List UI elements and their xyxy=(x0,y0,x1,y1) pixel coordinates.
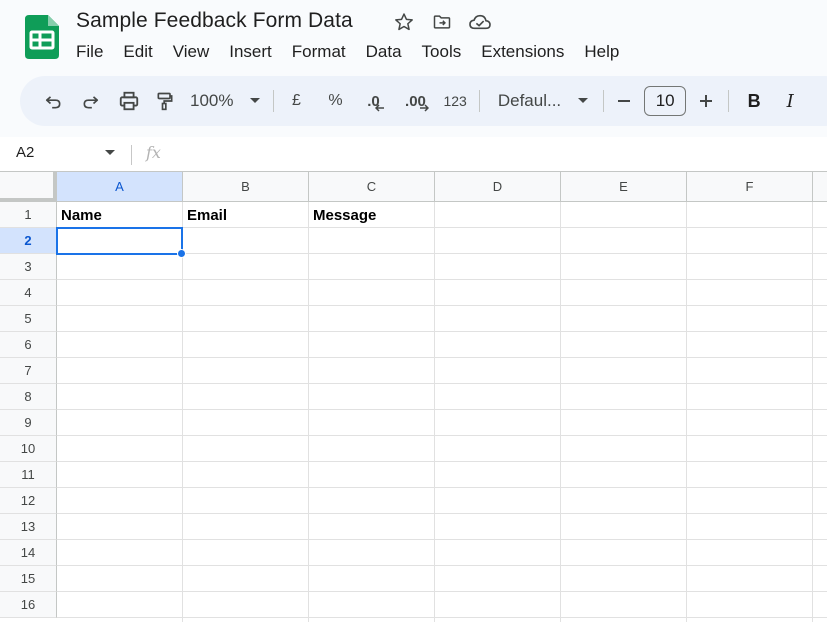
menu-edit[interactable]: Edit xyxy=(123,42,152,62)
currency-format-button[interactable]: £ xyxy=(284,85,308,117)
column-header-a[interactable]: A xyxy=(57,172,183,202)
column-header-e[interactable]: E xyxy=(561,172,687,202)
toolbar-divider xyxy=(273,90,275,112)
row-header-1[interactable]: 1 xyxy=(0,202,57,228)
grid-line xyxy=(57,435,827,436)
toolbar-divider xyxy=(603,90,605,112)
chevron-down-icon xyxy=(578,98,589,103)
menu-view[interactable]: View xyxy=(173,42,210,62)
row-header-3[interactable]: 3 xyxy=(0,254,57,280)
italic-button[interactable]: I xyxy=(779,85,801,117)
increase-decimal-button[interactable]: .00 xyxy=(399,85,431,117)
row-header-8[interactable]: 8 xyxy=(0,384,57,410)
arrow-left-icon xyxy=(375,104,385,112)
row-header-7[interactable]: 7 xyxy=(0,358,57,384)
grid-line xyxy=(182,202,183,622)
grid-line xyxy=(57,591,827,592)
grid-line xyxy=(57,539,827,540)
row-header-9[interactable]: 9 xyxy=(0,410,57,436)
row-header-6[interactable]: 6 xyxy=(0,332,57,358)
row-header-13[interactable]: 13 xyxy=(0,514,57,540)
cell-a1[interactable]: Name xyxy=(61,207,102,224)
column-header-d[interactable]: D xyxy=(435,172,561,202)
cell-area[interactable]: Name Email Message xyxy=(56,202,827,622)
more-formats-button[interactable]: 123 xyxy=(443,85,466,117)
grid-line xyxy=(57,487,827,488)
grid-line xyxy=(686,202,687,622)
menu-bar: File Edit View Insert Format Data Tools … xyxy=(76,42,639,62)
cell-b1[interactable]: Email xyxy=(187,207,227,224)
zoom-select[interactable]: 100% xyxy=(190,85,261,117)
font-value: Defaul... xyxy=(497,91,562,110)
cell-c1[interactable]: Message xyxy=(313,207,376,224)
spreadsheet-grid: A B C D E F 1 2 3 4 5 6 7 8 9 10 11 12 1… xyxy=(0,171,827,622)
column-header-c[interactable]: C xyxy=(309,172,435,202)
print-icon[interactable] xyxy=(116,85,142,117)
row-header-16[interactable]: 16 xyxy=(0,592,57,618)
chevron-down-icon[interactable] xyxy=(104,149,116,157)
toolbar-divider xyxy=(478,90,480,112)
row-header-4[interactable]: 4 xyxy=(0,280,57,306)
menu-insert[interactable]: Insert xyxy=(229,42,272,62)
spreadsheet-app: Sample Feedback Form Data File Edit View… xyxy=(0,0,827,622)
increase-font-size-icon[interactable] xyxy=(696,85,716,117)
document-title[interactable]: Sample Feedback Form Data xyxy=(76,9,353,33)
name-box[interactable]: A2 xyxy=(16,144,34,161)
font-size-input[interactable]: 10 xyxy=(644,86,687,116)
menu-format[interactable]: Format xyxy=(292,42,346,62)
grid-line xyxy=(57,357,827,358)
row-header-2[interactable]: 2 xyxy=(0,228,57,254)
font-select[interactable]: Defaul... xyxy=(498,85,589,117)
undo-icon[interactable] xyxy=(40,85,66,117)
redo-icon[interactable] xyxy=(78,85,104,117)
column-header-f[interactable]: F xyxy=(687,172,813,202)
menu-file[interactable]: File xyxy=(76,42,103,62)
arrow-right-icon xyxy=(420,104,430,112)
row-header-10[interactable]: 10 xyxy=(0,436,57,462)
formula-divider xyxy=(131,145,132,165)
row-header-15[interactable]: 15 xyxy=(0,566,57,592)
grid-line xyxy=(57,565,827,566)
fill-handle[interactable] xyxy=(177,249,186,258)
menu-tools[interactable]: Tools xyxy=(422,42,462,62)
zoom-value: 100% xyxy=(190,91,234,110)
grid-line xyxy=(57,513,827,514)
chevron-down-icon xyxy=(250,98,261,103)
decrease-decimal-button[interactable]: .0 xyxy=(359,85,387,117)
row-header-5[interactable]: 5 xyxy=(0,306,57,332)
select-all-corner[interactable] xyxy=(0,172,57,202)
percent-format-button[interactable]: % xyxy=(323,85,347,117)
cloud-saved-icon[interactable] xyxy=(468,10,492,34)
grid-line xyxy=(812,202,813,622)
menu-extensions[interactable]: Extensions xyxy=(481,42,564,62)
column-header-b[interactable]: B xyxy=(183,172,309,202)
grid-line xyxy=(57,383,827,384)
row-header-12[interactable]: 12 xyxy=(0,488,57,514)
grid-line xyxy=(57,617,827,618)
grid-line xyxy=(560,202,561,622)
fx-icon: fx xyxy=(146,143,161,162)
grid-line xyxy=(57,305,827,306)
grid-line xyxy=(57,461,827,462)
menu-data[interactable]: Data xyxy=(366,42,402,62)
move-folder-icon[interactable] xyxy=(430,10,454,34)
formula-bar: A2 fx xyxy=(0,137,827,171)
grid-line xyxy=(57,279,827,280)
grid-line xyxy=(57,331,827,332)
star-icon[interactable] xyxy=(392,10,416,34)
selected-cell-a2[interactable] xyxy=(56,227,183,255)
menu-help[interactable]: Help xyxy=(584,42,619,62)
toolbar: 100% £ % .0 .00 123 Defaul... 10 B I xyxy=(20,76,827,126)
column-header-g[interactable] xyxy=(813,172,827,202)
row-header-14[interactable]: 14 xyxy=(0,540,57,566)
row-header-11[interactable]: 11 xyxy=(0,462,57,488)
bold-button[interactable]: B xyxy=(743,85,765,117)
grid-line xyxy=(57,409,827,410)
grid-line xyxy=(434,202,435,622)
grid-line xyxy=(308,202,309,622)
decrease-font-size-icon[interactable] xyxy=(614,85,634,117)
paint-format-icon[interactable] xyxy=(152,85,178,117)
sheets-logo-icon[interactable] xyxy=(25,15,59,59)
toolbar-divider xyxy=(728,90,730,112)
